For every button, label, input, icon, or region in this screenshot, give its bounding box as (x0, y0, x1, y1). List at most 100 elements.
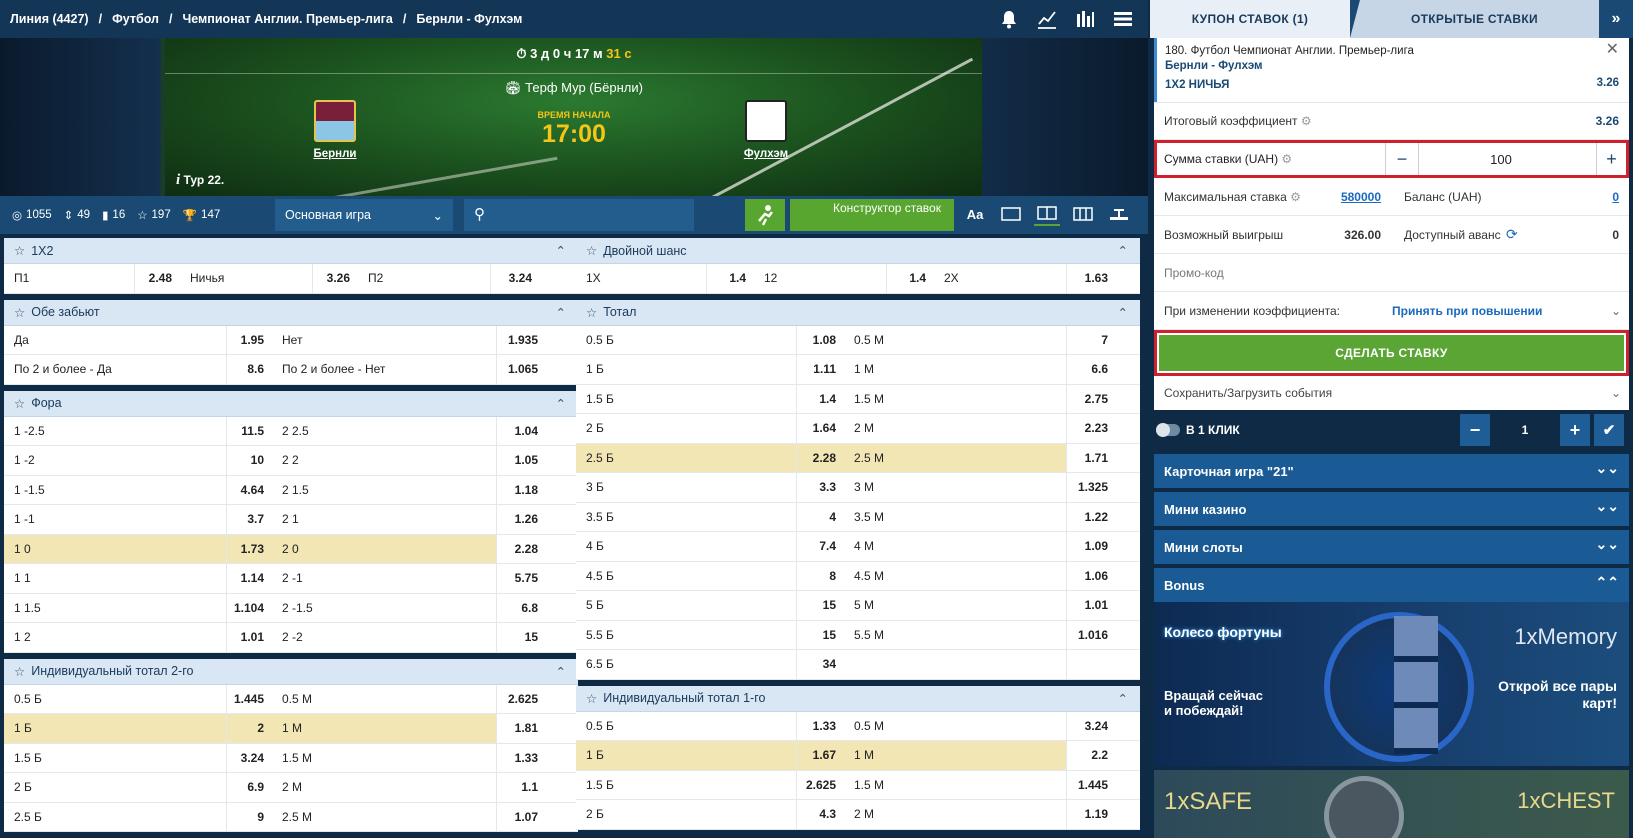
outcome-label[interactable]: 2X (936, 264, 1066, 293)
search-input[interactable]: ⚲ (464, 199, 694, 231)
outcome-label[interactable]: 3 М (846, 473, 1066, 502)
outcome-label[interactable]: 1.5 М (846, 385, 1066, 414)
star-icon[interactable]: ☆ (14, 396, 25, 411)
one-click-amount[interactable]: 1 (1490, 414, 1560, 446)
outcome-label[interactable]: 1 М (274, 714, 496, 743)
outcome-label[interactable]: 2 0 (274, 534, 496, 563)
away-team[interactable]: Фулхэм (726, 100, 806, 160)
odds-value[interactable]: 1.95 (226, 325, 274, 354)
outcome-label[interactable]: 1.5 Б (576, 385, 796, 414)
outcome-label[interactable]: 4 М (846, 532, 1066, 561)
outcome-label[interactable]: 2 -2 (274, 623, 496, 652)
odds-value[interactable]: 1.445 (1066, 770, 1118, 799)
chevron-up-icon[interactable]: ⌃ (556, 305, 566, 320)
odds-value[interactable]: 1.64 (796, 414, 846, 443)
outcome-label[interactable]: 4 Б (576, 532, 796, 561)
outcome-label[interactable]: 3.5 М (846, 503, 1066, 532)
odds-value[interactable]: 1.445 (226, 684, 274, 713)
odds-value[interactable]: 1.09 (1066, 532, 1118, 561)
outcome-label[interactable] (846, 650, 1066, 679)
safe-chest-banner[interactable]: 1xSAFE 1xCHEST (1154, 770, 1629, 838)
chevron-up-icon[interactable]: ⌃ (1118, 305, 1128, 320)
star-icon[interactable]: ☆ (586, 305, 597, 320)
outcome-label[interactable]: 1 -1 (4, 505, 226, 534)
star-icon[interactable]: ☆ (14, 305, 25, 320)
settings-gear-icon[interactable]: ⚙ (1281, 152, 1292, 166)
balance-value[interactable]: 0 (1612, 190, 1619, 204)
outcome-label[interactable]: 1 -2 (4, 446, 226, 475)
outcome-label[interactable]: 1 -2.5 (4, 417, 226, 446)
outcome-label[interactable]: 5 Б (576, 591, 796, 620)
outcome-label[interactable]: 2 2.5 (274, 417, 496, 446)
outcome-label[interactable]: По 2 и более - Да (4, 355, 226, 384)
favorites-count[interactable]: ☆ 197 (137, 208, 171, 222)
outcome-label[interactable]: 2 М (846, 800, 1066, 829)
field-view-icon[interactable] (1106, 202, 1132, 226)
chevron-up-icon[interactable]: ⌃ (1118, 243, 1128, 258)
odds-value[interactable]: 1.4 (706, 264, 756, 293)
odds-value[interactable]: 3.3 (796, 473, 846, 502)
odds-value[interactable]: 2.28 (796, 443, 846, 472)
odds-value[interactable]: 1.06 (1066, 561, 1118, 590)
outcome-label[interactable]: Нет (274, 326, 496, 355)
odds-value[interactable]: 1.14 (226, 564, 274, 593)
outcome-label[interactable]: 12 (756, 264, 886, 293)
odds-value[interactable]: 1.73 (226, 534, 274, 563)
collapse-panel-icon[interactable]: » (1599, 0, 1633, 38)
chevron-up-icon[interactable]: ⌃ (556, 664, 566, 679)
stake-plus-button[interactable]: + (1596, 143, 1626, 175)
market-header[interactable]: ☆ Индивидуальный тотал 2-го ⌃ (4, 658, 578, 685)
game-type-select[interactable]: Основная игра ⌄ (275, 199, 453, 231)
outcome-label[interactable]: 1 1.5 (4, 594, 226, 623)
outcome-label[interactable]: П2 (360, 264, 490, 293)
stake-input[interactable]: 100 (1419, 143, 1583, 175)
odds-value[interactable]: 3.24 (226, 743, 274, 772)
save-load-events[interactable]: Сохранить/Загрузить события ⌄ (1154, 376, 1629, 410)
odds-value[interactable]: 34 (796, 650, 846, 679)
odds-value[interactable]: 2.625 (796, 770, 846, 799)
outcome-label[interactable]: 2 -1.5 (274, 594, 496, 623)
odds-value[interactable]: 7.4 (796, 532, 846, 561)
outcome-label[interactable]: 1.5 М (846, 771, 1066, 800)
chevron-up-icon[interactable]: ⌃ (556, 243, 566, 258)
odds-value[interactable]: 15 (796, 591, 846, 620)
one-click-toggle[interactable] (1156, 423, 1180, 437)
odds-value[interactable]: 9 (226, 802, 274, 831)
star-icon[interactable]: ☆ (586, 243, 597, 258)
market-header[interactable]: ☆ Двойной шанс ⌃ (576, 238, 1140, 264)
odds-value[interactable]: 1.01 (1066, 591, 1118, 620)
odds-value[interactable]: 1.935 (496, 325, 548, 354)
odds-value[interactable]: 10 (226, 446, 274, 475)
odds-value[interactable]: 11.5 (226, 416, 274, 445)
outcome-label[interactable]: 0.5 М (846, 326, 1066, 355)
outcome-label[interactable]: 0.5 М (274, 685, 496, 714)
odds-value[interactable]: 1.104 (226, 593, 274, 622)
odds-value[interactable]: 3.24 (1066, 711, 1118, 740)
outcome-label[interactable]: 4.5 Б (576, 562, 796, 591)
odds-value[interactable]: 2.2 (1066, 741, 1118, 770)
odds-value[interactable]: 8.6 (226, 355, 274, 384)
outcome-label[interactable]: 5.5 Б (576, 621, 796, 650)
outcome-label[interactable]: 2.5 М (274, 803, 496, 832)
star-icon[interactable]: ☆ (14, 243, 25, 258)
accordion-card-game-21[interactable]: Карточная игра "21" ⌄⌄ (1154, 454, 1629, 488)
odds-value[interactable]: 6.6 (1066, 355, 1118, 384)
odds-value[interactable]: 1.4 (886, 264, 936, 293)
outcome-label[interactable]: 1 Б (576, 741, 796, 770)
odds-value[interactable]: 4.3 (796, 800, 846, 829)
refresh-icon[interactable]: ⟳ (1506, 226, 1518, 243)
outcome-label[interactable]: 1 М (846, 355, 1066, 384)
outcome-label[interactable]: 2 1.5 (274, 476, 496, 505)
bet-constructor-button[interactable]: Конструктор ставок (790, 199, 954, 231)
breadcrumb-line[interactable]: Линия (4427) (10, 12, 89, 26)
odds-value[interactable]: 1.33 (796, 711, 846, 740)
outcome-label[interactable]: 2 2 (274, 446, 496, 475)
font-size-icon[interactable]: Aa (962, 202, 988, 226)
market-header[interactable]: ☆ Обе забьют ⌃ (4, 299, 578, 326)
outcome-label[interactable]: 5.5 М (846, 621, 1066, 650)
one-click-plus-button[interactable]: + (1560, 414, 1590, 446)
accordion-bonus[interactable]: Bonus ⌃⌃ (1154, 568, 1629, 602)
all-markets-count[interactable]: ◎ 1055 (12, 208, 52, 222)
settings-gear-icon[interactable]: ⚙ (1301, 114, 1312, 128)
odds-value[interactable]: 2.28 (496, 534, 548, 563)
